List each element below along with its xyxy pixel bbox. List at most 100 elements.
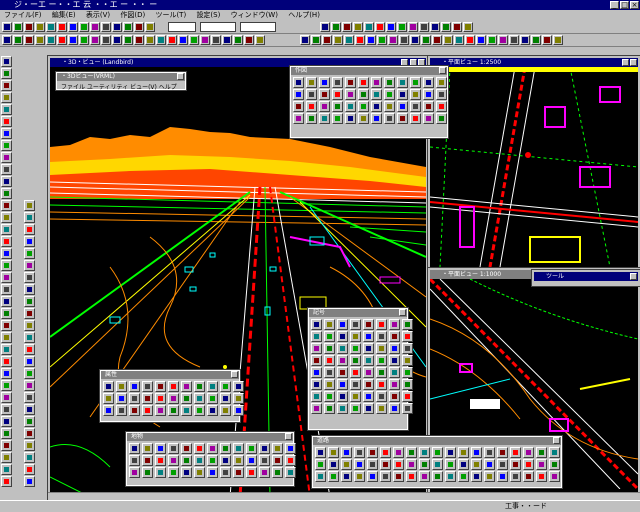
palette-tool-button[interactable] (510, 471, 521, 482)
palette-tool-button[interactable] (354, 447, 365, 458)
left-tool-button[interactable] (1, 212, 12, 223)
left-tool-button[interactable] (1, 356, 12, 367)
palette-tool-button[interactable] (315, 447, 326, 458)
palette-tool-button[interactable] (376, 403, 387, 414)
left-tool-button[interactable] (24, 428, 35, 439)
palette-tool-button[interactable] (402, 355, 413, 366)
palette-tool-button[interactable] (350, 343, 361, 354)
toolbar-tool-button[interactable] (397, 22, 407, 32)
toolbar-tool-button[interactable] (211, 35, 221, 45)
palette-tool-button[interactable] (311, 391, 322, 402)
toolbar-tool-button[interactable] (454, 35, 464, 45)
palette-tool-button[interactable] (393, 447, 404, 458)
palette-tool-button[interactable] (471, 471, 482, 482)
palette-tool-button[interactable] (142, 393, 153, 404)
palette-tool-button[interactable] (397, 113, 408, 124)
palette-tool-button[interactable] (358, 77, 369, 88)
palette-tool-button[interactable] (207, 443, 218, 454)
palette-tool-button[interactable] (358, 101, 369, 112)
palette-tool-button[interactable] (207, 405, 218, 416)
toolbar-tool-button[interactable] (90, 35, 100, 45)
palette-tool-button[interactable] (397, 77, 408, 88)
palette-tool-button[interactable] (337, 331, 348, 342)
left-tool-button[interactable] (24, 224, 35, 235)
palette-tool-button[interactable] (324, 403, 335, 414)
palette-tool-button[interactable] (272, 467, 283, 478)
toolbar-tool-button[interactable] (353, 22, 363, 32)
palette-roads[interactable]: 道路 (311, 435, 563, 489)
palette-tool-button[interactable] (319, 89, 330, 100)
palette-tool-button[interactable] (371, 89, 382, 100)
palette-tool-button[interactable] (233, 381, 244, 392)
palette-tool-button[interactable] (293, 101, 304, 112)
palette-tool-button[interactable] (337, 403, 348, 414)
palette-tool-button[interactable] (402, 403, 413, 414)
palette-tool-button[interactable] (423, 89, 434, 100)
palette-tool-button[interactable] (350, 331, 361, 342)
palette-tool-button[interactable] (142, 443, 153, 454)
palette-tool-button[interactable] (194, 405, 205, 416)
palette-tool-button[interactable] (484, 471, 495, 482)
palette-tool-button[interactable] (497, 447, 508, 458)
palette-tool-button[interactable] (458, 471, 469, 482)
palette-tool-button[interactable] (181, 467, 192, 478)
toolbar-tool-button[interactable] (101, 35, 111, 45)
palette-tool-button[interactable] (423, 77, 434, 88)
palette-tool-button[interactable] (246, 455, 257, 466)
palette-tool-button[interactable] (142, 381, 153, 392)
toolbar-tool-button[interactable] (101, 22, 111, 32)
palette-tool-button[interactable] (181, 405, 192, 416)
palette-tool-button[interactable] (419, 447, 430, 458)
palette-tool-button[interactable] (332, 113, 343, 124)
left-tool-button[interactable] (24, 416, 35, 427)
palette-tool-button[interactable] (363, 391, 374, 402)
palette-tool-button[interactable] (233, 467, 244, 478)
palette-tool-button[interactable] (371, 101, 382, 112)
left-tool-button[interactable] (1, 320, 12, 331)
toolbar-tool-button[interactable] (311, 35, 321, 45)
toolbar-tool-button[interactable] (509, 35, 519, 45)
toolbar-tool-button[interactable] (498, 35, 508, 45)
palette-tool-button[interactable] (350, 391, 361, 402)
palette-tool-button[interactable] (354, 459, 365, 470)
palette-tool-button[interactable] (419, 471, 430, 482)
palette-tool-button[interactable] (142, 455, 153, 466)
menu-edit[interactable]: 編集(E) (48, 11, 80, 19)
palette-tool-button[interactable] (194, 467, 205, 478)
palette-tool-button[interactable] (259, 455, 270, 466)
palette-tool-button[interactable] (319, 101, 330, 112)
palette-tool-button[interactable] (207, 393, 218, 404)
palette-tool-button[interactable] (410, 101, 421, 112)
palette-tool-button[interactable] (436, 101, 447, 112)
toolbar-tool-button[interactable] (200, 35, 210, 45)
window-3d-maximize[interactable] (410, 59, 417, 66)
palette-attributes[interactable]: 属性 (99, 369, 244, 423)
palette-tool-button[interactable] (168, 443, 179, 454)
toolbar-tool-button[interactable] (35, 35, 45, 45)
toolbar-tool-button[interactable] (79, 35, 89, 45)
palette-tool-button[interactable] (332, 77, 343, 88)
palette-tool-button[interactable] (384, 77, 395, 88)
window-3d-close[interactable] (418, 59, 425, 66)
left-tool-button[interactable] (1, 296, 12, 307)
left-tool-button[interactable] (1, 248, 12, 259)
left-tool-button[interactable] (24, 368, 35, 379)
toolbar-tool-button[interactable] (57, 35, 67, 45)
toolbar-tool-button[interactable] (255, 35, 265, 45)
palette-tool-button[interactable] (471, 447, 482, 458)
palette-tool-button[interactable] (549, 471, 560, 482)
toolbar-tool-button[interactable] (452, 22, 462, 32)
toolbar-tool-button[interactable] (24, 35, 34, 45)
palette-tool-button[interactable] (129, 467, 140, 478)
palette-tool-button[interactable] (549, 447, 560, 458)
toolbar-tool-button[interactable] (13, 35, 23, 45)
toolbar-tool-button[interactable] (300, 35, 310, 45)
palette-tool-button[interactable] (181, 393, 192, 404)
window-plan-top-close[interactable] (630, 59, 637, 66)
palette-tool-button[interactable] (523, 471, 534, 482)
palette-tool-button[interactable] (311, 379, 322, 390)
window-small-close[interactable] (630, 273, 637, 280)
palette-tool-button[interactable] (341, 471, 352, 482)
palette-tool-button[interactable] (389, 367, 400, 378)
left-tool-button[interactable] (1, 56, 12, 67)
